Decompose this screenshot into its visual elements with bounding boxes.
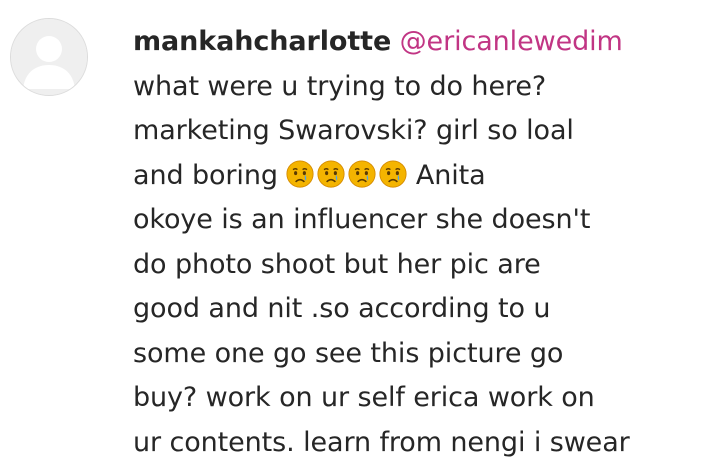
- comment-header-line: mankahcharlotte @ericanlewedim: [133, 20, 713, 65]
- comment-text-line: do photo shoot but her pic are: [133, 248, 541, 280]
- crying-face-emoji-icon: [286, 159, 314, 188]
- comment-text-line: marketing Swarovski? girl so loal: [133, 115, 574, 146]
- avatar[interactable]: [10, 18, 88, 96]
- crying-face-emoji-icon: [348, 159, 376, 188]
- comment-text-line: okoye is an influencer she doesn't: [133, 204, 591, 235]
- default-avatar-icon: [11, 19, 87, 95]
- comment: mankahcharlotte @ericanlewedim what were…: [0, 0, 720, 471]
- comment-text-line: ur contents. learn from nengi i swear: [133, 426, 630, 458]
- comment-text-line: what were u trying to do here?: [133, 70, 547, 102]
- comment-body: mankahcharlotte @ericanlewedim what were…: [133, 20, 713, 465]
- comment-text-line: some one go see this picture go: [133, 337, 564, 369]
- mention-link[interactable]: @ericanlewedim: [400, 26, 623, 57]
- comment-text-fragment: Anita: [407, 159, 486, 191]
- crying-face-emoji-icon: [379, 159, 407, 188]
- username-link[interactable]: mankahcharlotte: [133, 26, 391, 57]
- comment-text-line: good and nit .so according to u: [133, 293, 551, 324]
- emoji-group: [286, 159, 407, 191]
- comment-text-line: buy? work on ur self erica work on: [133, 382, 595, 413]
- crying-face-emoji-icon: [317, 159, 345, 188]
- comment-text-fragment: and boring: [133, 159, 287, 191]
- comment-text-line: and boring Anita: [133, 154, 713, 199]
